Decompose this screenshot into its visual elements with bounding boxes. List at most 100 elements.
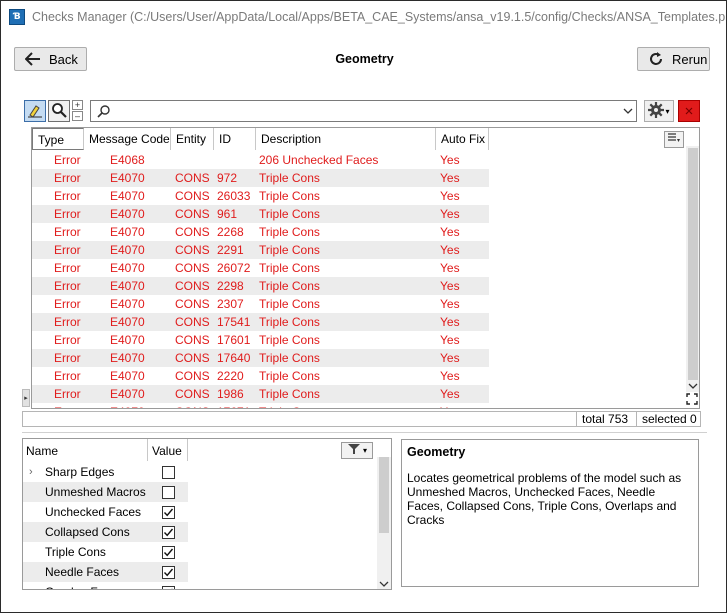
zoom-in-button[interactable]: + <box>72 100 83 110</box>
zoom-out-button[interactable]: – <box>72 111 83 121</box>
table-row[interactable]: Error E4070 CONS 26072 Triple Cons Yes <box>32 259 489 277</box>
cell-message-code: E4070 <box>110 261 145 275</box>
table-row[interactable]: Error E4070 CONS 17640 Triple Cons Yes <box>32 349 489 367</box>
scroll-down-icon[interactable] <box>379 580 389 589</box>
table-row[interactable]: Error E4070 CONS 2307 Triple Cons Yes <box>32 295 489 313</box>
table-row[interactable]: ErrorE4070CONS17671Triple ConsYes <box>32 403 489 408</box>
table-row[interactable]: Error E4070 CONS 17601 Triple Cons Yes <box>32 331 489 349</box>
expand-chevron-icon[interactable]: › <box>29 466 33 478</box>
column-header-id[interactable]: ID <box>214 128 256 150</box>
checks-list-header: Name Value <box>23 439 391 461</box>
cell-id <box>214 151 256 169</box>
rerun-button[interactable]: Rerun <box>637 47 710 71</box>
cell-entity <box>171 151 214 169</box>
cell-entity: CONS <box>175 297 210 311</box>
side-panel-toggle[interactable]: ▸ <box>22 389 30 407</box>
highlight-toggle-button[interactable] <box>24 100 46 122</box>
column-header-name[interactable]: Name <box>23 439 148 461</box>
column-header-message-code[interactable]: Message Code <box>84 128 171 150</box>
table-row[interactable]: Error E4070 CONS 2268 Triple Cons Yes <box>32 223 489 241</box>
checks-scrollbar-thumb[interactable] <box>379 457 389 533</box>
cell-message-code: E4070 <box>110 315 145 329</box>
check-list-item[interactable]: Needle Faces <box>23 562 188 582</box>
cell-entity: CONS <box>175 225 210 239</box>
results-table-header: Type Message Code Entity ID Description … <box>32 128 489 150</box>
cell-message-code: E4070 <box>110 171 145 185</box>
checks-vertical-scrollbar[interactable] <box>377 457 391 589</box>
chevron-down-icon[interactable] <box>623 105 633 119</box>
cell-id: 961 <box>217 207 238 221</box>
cell-id: 2220 <box>217 369 244 383</box>
column-list-icon <box>667 132 681 147</box>
column-header-type[interactable]: Type <box>32 128 84 150</box>
results-vertical-scrollbar[interactable] <box>686 146 699 392</box>
check-enabled-checkbox[interactable] <box>161 545 175 559</box>
search-icon <box>97 104 111 121</box>
column-header-value[interactable]: Value <box>148 439 188 461</box>
scroll-down-icon[interactable] <box>688 382 698 392</box>
cell-message-code: E4070 <box>110 207 145 221</box>
table-row[interactable]: Error E4070 CONS 972 Triple Cons Yes <box>32 169 489 187</box>
cell-id: 17541 <box>217 315 251 329</box>
check-enabled-checkbox[interactable] <box>161 505 175 519</box>
cell-type: Error <box>54 297 81 311</box>
check-list-item[interactable]: Collapsed Cons <box>23 522 188 542</box>
table-row[interactable]: Error E4070 CONS 2298 Triple Cons Yes <box>32 277 489 295</box>
column-header-entity[interactable]: Entity <box>171 128 214 150</box>
cell-message-code: E4070 <box>110 189 145 203</box>
check-list-item[interactable]: Triple Cons <box>23 542 188 562</box>
cell-type: Error <box>54 333 81 347</box>
cell-entity: CONS <box>175 315 210 329</box>
table-row[interactable]: Error E4070 CONS 26033 Triple Cons Yes <box>32 187 489 205</box>
cell-type: Error <box>54 225 81 239</box>
check-list-item[interactable]: › Sharp Edges <box>23 462 188 482</box>
settings-menu-button[interactable]: ▾ <box>644 100 674 122</box>
check-name-label: Unchecked Faces <box>45 505 142 519</box>
check-name-cell: Triple Cons <box>23 545 148 559</box>
cell-auto-fix: Yes <box>440 261 460 275</box>
results-status-bar: total 753 selected 0 <box>22 411 701 427</box>
cell-type: Error <box>54 279 81 293</box>
table-row[interactable]: Error E4068 206 Unchecked Faces Yes <box>32 151 489 169</box>
table-row[interactable]: Error E4070 CONS 1986 Triple Cons Yes <box>32 385 489 403</box>
cell-type: Error <box>54 369 81 383</box>
cell-message-code: E4070 <box>110 297 145 311</box>
table-row[interactable]: Error E4070 CONS 2291 Triple Cons Yes <box>32 241 489 259</box>
stop-button[interactable] <box>678 100 700 122</box>
cell-description: Triple Cons <box>259 369 320 383</box>
results-table[interactable]: Type Message Code Entity ID Description … <box>31 127 700 409</box>
table-row[interactable]: Error E4070 CONS 2220 Triple Cons Yes <box>32 367 489 385</box>
cell-id: 1986 <box>217 387 244 401</box>
column-header-description[interactable]: Description <box>256 128 436 150</box>
cell-id: 26072 <box>217 261 251 275</box>
rerun-button-label: Rerun <box>672 51 708 67</box>
check-enabled-checkbox[interactable] <box>161 585 175 589</box>
check-list-item[interactable]: Unchecked Faces <box>23 502 188 522</box>
cell-description: Triple Cons <box>259 333 320 347</box>
table-row[interactable]: Error E4070 CONS 17541 Triple Cons Yes <box>32 313 489 331</box>
cell-auto-fix: Yes <box>440 279 460 293</box>
ansa-app-icon: Ɓ <box>9 9 25 25</box>
checks-list-panel[interactable]: Name Value ▾ › Sharp Edges Unmeshed Macros… <box>22 438 392 590</box>
column-header-auto-fix[interactable]: Auto Fix <box>436 128 489 150</box>
cell-id: 2291 <box>217 243 244 257</box>
check-list-item[interactable]: Overlap Faces <box>23 582 188 589</box>
cell-entity: CONS <box>175 351 210 365</box>
checks-filter-button[interactable]: ▾ <box>341 442 373 459</box>
column-chooser-button[interactable] <box>664 131 684 148</box>
check-enabled-checkbox[interactable] <box>161 525 175 539</box>
expand-view-button[interactable] <box>685 392 699 407</box>
check-enabled-checkbox[interactable] <box>161 565 175 579</box>
table-row[interactable]: Error E4070 CONS 961 Triple Cons Yes <box>32 205 489 223</box>
cell-id: 2298 <box>217 279 244 293</box>
check-enabled-checkbox[interactable] <box>161 485 175 499</box>
cell-description: Triple Cons <box>259 387 320 401</box>
search-combobox[interactable] <box>90 100 637 122</box>
check-enabled-checkbox[interactable] <box>161 465 175 479</box>
check-value-cell <box>148 525 188 539</box>
results-scrollbar-thumb[interactable] <box>688 148 698 380</box>
splitter-handle[interactable] <box>22 432 707 433</box>
cell-message-code: E4068 <box>110 153 145 167</box>
zoom-button[interactable] <box>48 100 70 122</box>
check-list-item[interactable]: Unmeshed Macros <box>23 482 188 502</box>
